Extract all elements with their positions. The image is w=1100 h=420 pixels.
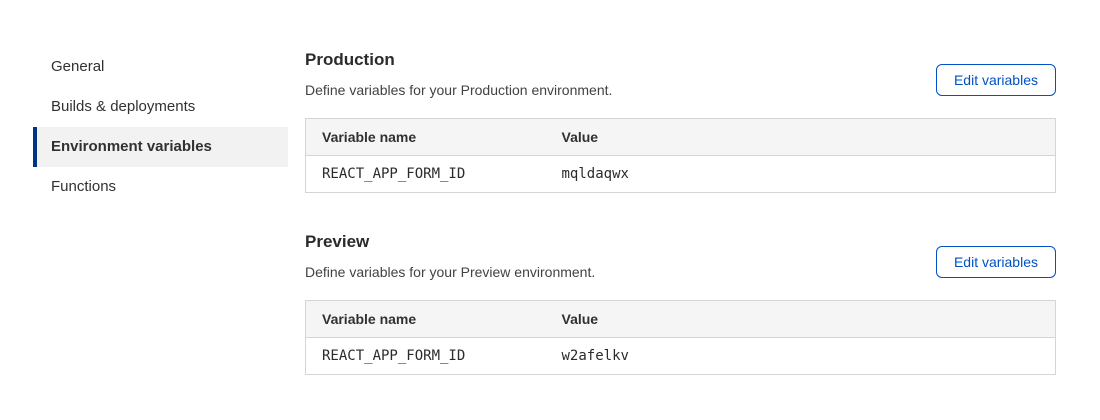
edit-variables-button[interactable]: Edit variables — [936, 64, 1056, 96]
sidebar-item-builds-deployments[interactable]: Builds & deployments — [33, 87, 288, 127]
section-description: Define variables for your Preview enviro… — [305, 264, 916, 280]
sidebar-item-general[interactable]: General — [33, 47, 288, 87]
preview-section: Preview Define variables for your Previe… — [305, 232, 1056, 375]
sidebar-item-label: Functions — [51, 167, 116, 207]
edit-variables-button[interactable]: Edit variables — [936, 246, 1056, 278]
section-description: Define variables for your Production env… — [305, 82, 916, 98]
sidebar-item-environment-variables[interactable]: Environment variables — [33, 127, 288, 167]
section-title: Production — [305, 50, 916, 70]
sidebar-item-label: Environment variables — [51, 127, 212, 167]
settings-sidebar: General Builds & deployments Environment… — [33, 47, 288, 414]
variable-name-cell: REACT_APP_FORM_ID — [306, 338, 546, 375]
column-header-variable-name: Variable name — [306, 119, 546, 156]
preview-variables-table: Variable name Value REACT_APP_FORM_ID w2… — [305, 300, 1056, 375]
production-variables-table: Variable name Value REACT_APP_FORM_ID mq… — [305, 118, 1056, 193]
variable-name-cell: REACT_APP_FORM_ID — [306, 156, 546, 193]
production-section: Production Define variables for your Pro… — [305, 50, 1056, 193]
table-header-row: Variable name Value — [306, 119, 1056, 156]
column-header-value: Value — [546, 301, 1056, 338]
production-section-header: Production Define variables for your Pro… — [305, 50, 1056, 98]
variable-value-cell: w2afelkv — [546, 338, 1056, 375]
section-title: Preview — [305, 232, 916, 252]
sidebar-item-label: Builds & deployments — [51, 87, 195, 127]
column-header-value: Value — [546, 119, 1056, 156]
table-row: REACT_APP_FORM_ID mqldaqwx — [306, 156, 1056, 193]
column-header-variable-name: Variable name — [306, 301, 546, 338]
sidebar-item-label: General — [51, 47, 104, 87]
preview-section-header: Preview Define variables for your Previe… — [305, 232, 1056, 280]
environment-variables-content: Production Define variables for your Pro… — [305, 47, 1056, 414]
settings-page: General Builds & deployments Environment… — [0, 0, 1100, 414]
sidebar-item-functions[interactable]: Functions — [33, 167, 288, 207]
variable-value-cell: mqldaqwx — [546, 156, 1056, 193]
table-header-row: Variable name Value — [306, 301, 1056, 338]
table-row: REACT_APP_FORM_ID w2afelkv — [306, 338, 1056, 375]
